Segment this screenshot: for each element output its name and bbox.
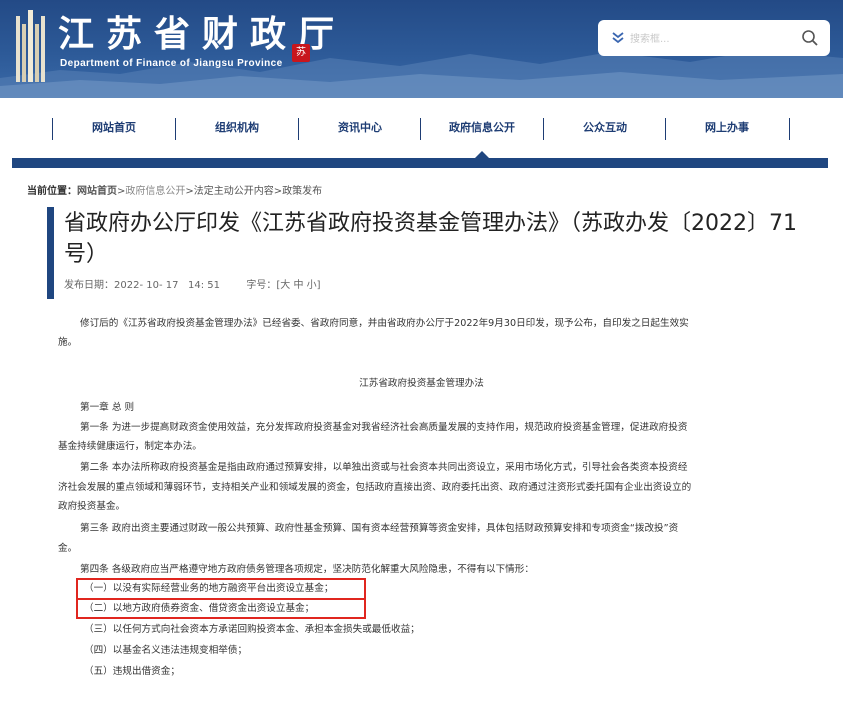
header-banner: 江苏省财政厅 Department of Finance of Jiangsu … xyxy=(0,0,843,98)
intro-paragraph-cont: 施。 xyxy=(58,337,78,348)
font-size-small[interactable]: 小 xyxy=(307,280,317,291)
breadcrumb-label: 当前位置： xyxy=(27,186,77,197)
chapter-heading: 第一章 总 则 xyxy=(80,402,135,413)
building-logo-icon xyxy=(16,10,45,82)
list-item-5: （五）违规出借资金； xyxy=(84,666,180,677)
font-size-label: 字号：[ xyxy=(246,280,281,291)
article-4: 第四条 各级政府应当严格遵守地方政府债务管理各项规定，坚决防范化解重大风险隐患，… xyxy=(80,564,534,575)
nav-underline-bar xyxy=(12,158,828,168)
main-nav: 网站首页 组织机构 资讯中心 政府信息公开 公众互动 网上办事 xyxy=(0,98,843,158)
breadcrumb-sep: > xyxy=(273,186,283,197)
nav-item-gov-info[interactable]: 政府信息公开 xyxy=(421,118,543,138)
search-box xyxy=(598,20,830,56)
breadcrumb-gov-info[interactable]: 政府信息公开 xyxy=(125,186,185,197)
title-accent-bar xyxy=(47,207,54,299)
breadcrumb-mandatory[interactable]: 法定主动公开内容 xyxy=(194,186,274,197)
search-icon[interactable] xyxy=(800,28,820,48)
publish-date: 2022- 10- 17 14: 51 xyxy=(114,280,221,291)
double-chevron-down-icon[interactable] xyxy=(610,31,626,45)
article-3-cont: 金。 xyxy=(58,543,78,554)
list-item-3: （三）以任何方式向社会资本方承诺回购投资本金、承担本金损失或最低收益； xyxy=(84,624,420,635)
site-subtitle: Department of Finance of Jiangsu Provinc… xyxy=(60,58,283,69)
article-2-cont: 济社会发展的重点领域和薄弱环节，支持相关产业和领域发展的资金，包括政府直接出资、… xyxy=(58,482,692,493)
font-size-medium[interactable]: 中 xyxy=(293,280,303,291)
nav-item-organization[interactable]: 组织机构 xyxy=(176,118,298,138)
breadcrumb-policy[interactable]: 政策发布 xyxy=(282,186,322,197)
date-label: 发布日期： xyxy=(64,280,114,291)
article-meta: 发布日期：2022- 10- 17 14: 51 字号：[大 中 小] xyxy=(64,276,321,291)
font-size-large[interactable]: 大 xyxy=(280,280,290,291)
article-2-cont: 政府投资基金。 xyxy=(58,501,126,512)
breadcrumb-sep: > xyxy=(185,186,194,197)
article-3: 第三条 政府出资主要通过财政一般公共预算、政府性基金预算、国有资本经营预算等资金… xyxy=(80,523,679,534)
nav-item-home[interactable]: 网站首页 xyxy=(53,118,175,138)
article-1: 第一条 为进一步提高财政资金使用效益，充分发挥政府投资基金对我省经济社会高质量发… xyxy=(80,422,688,433)
article-2: 第二条 本办法所称政府投资基金是指由政府通过预算安排，以单独出资或与社会资本共同… xyxy=(80,462,688,473)
article-1-cont: 基金持续健康运行，制定本办法。 xyxy=(58,441,202,452)
intro-paragraph: 修订后的《江苏省政府投资基金管理办法》已经省委、省政府同意，并由省政府办公厅于2… xyxy=(80,318,689,329)
document-title: 江苏省政府投资基金管理办法 xyxy=(359,378,484,389)
breadcrumb: 当前位置：网站首页>政府信息公开>法定主动公开内容>政策发布 xyxy=(27,182,322,197)
list-item-1: （一）以没有实际经营业务的地方融资平台出资设立基金； xyxy=(84,583,334,594)
nav-item-interaction[interactable]: 公众互动 xyxy=(544,118,666,138)
active-nav-indicator xyxy=(475,151,489,158)
list-item-4: （四）以基金名义违法违规变相举债； xyxy=(84,645,248,656)
list-item-2: （二）以地方政府债券资金、借贷资金出资设立基金； xyxy=(84,603,315,614)
seal-icon: 苏 xyxy=(292,44,310,62)
search-input[interactable] xyxy=(628,29,782,49)
article-title: 省政府办公厅印发《江苏省政府投资基金管理办法》（苏政办发〔2022〕71号） xyxy=(64,211,797,267)
breadcrumb-home[interactable]: 网站首页 xyxy=(77,186,117,197)
nav-item-news[interactable]: 资讯中心 xyxy=(299,118,421,138)
nav-divider xyxy=(789,118,790,140)
nav-item-online-services[interactable]: 网上办事 xyxy=(666,118,788,138)
font-size-bracket: ] xyxy=(316,280,321,291)
